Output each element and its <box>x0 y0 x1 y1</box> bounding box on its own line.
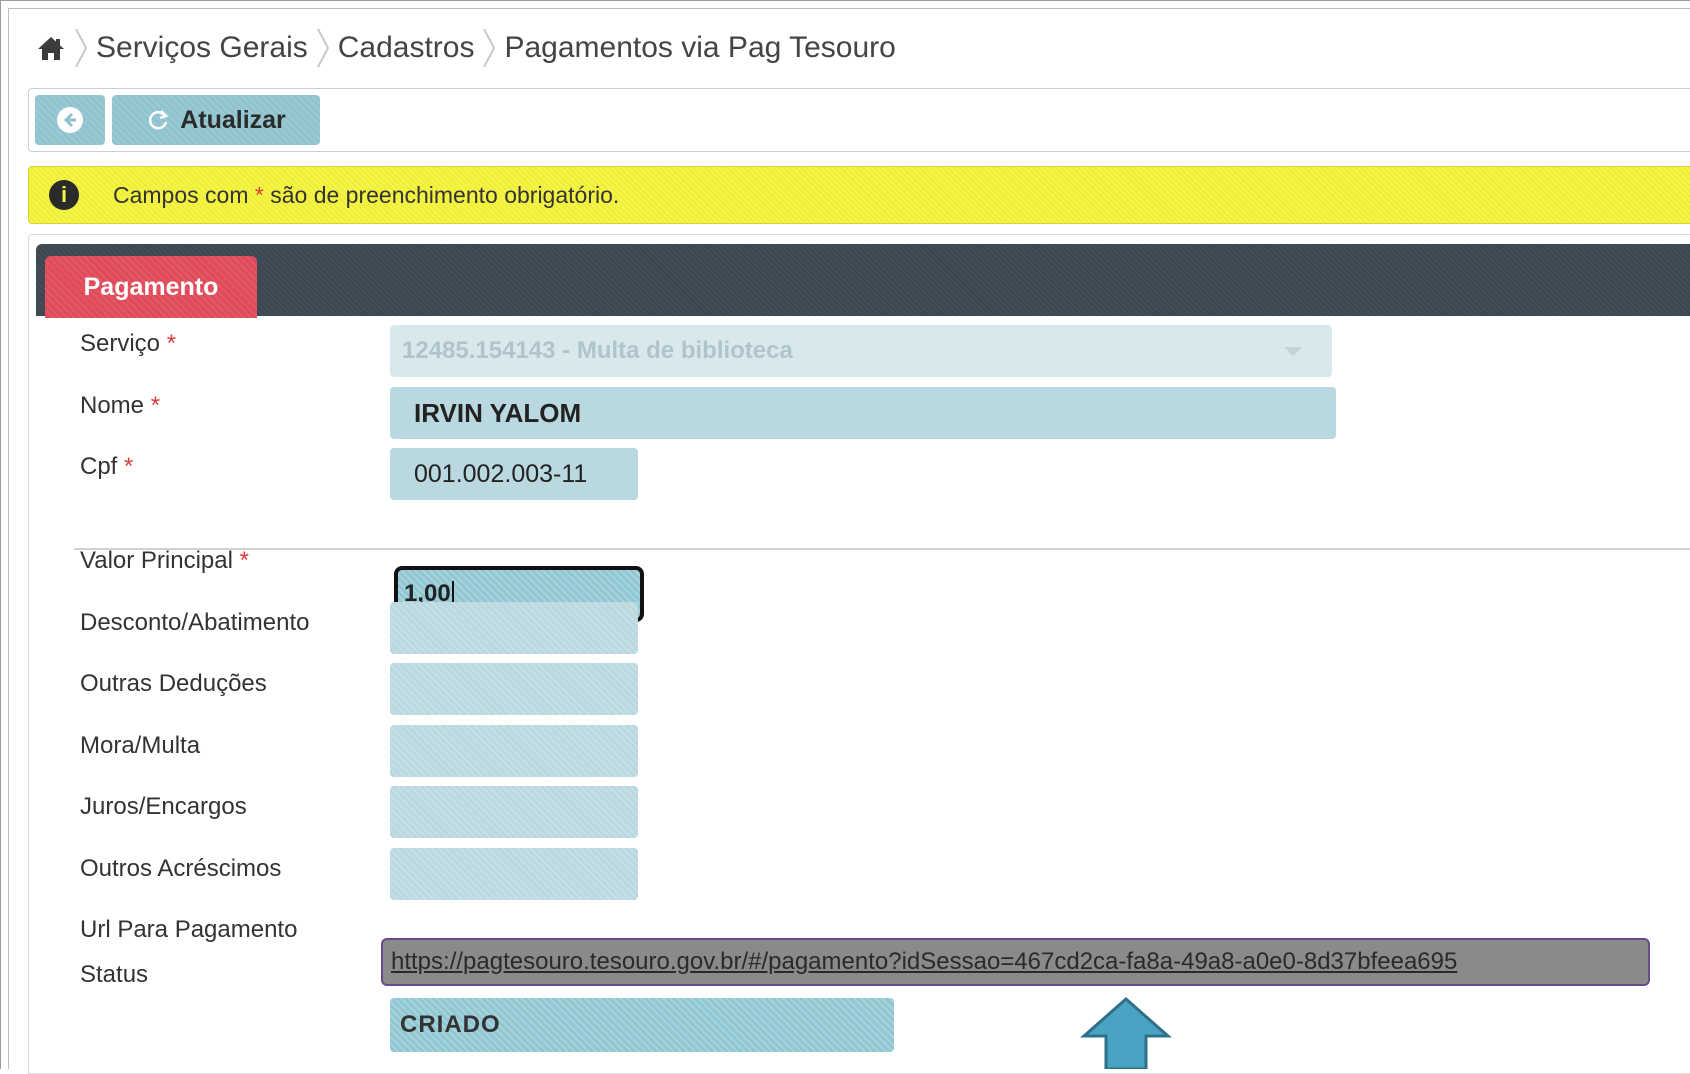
breadcrumb-current-page: Pagamentos via Pag Tesouro <box>504 31 896 64</box>
home-icon[interactable] <box>36 33 66 63</box>
status-label: Status <box>80 961 149 988</box>
required-fields-alert: i Campos com * são de preenchimento obri… <box>28 166 1690 224</box>
status-value: CRIADO <box>400 1011 501 1038</box>
breadcrumb-separator-icon <box>483 28 496 68</box>
breadcrumb: Serviços Gerais Cadastros Pagamentos via… <box>36 28 896 68</box>
refresh-icon <box>149 110 169 130</box>
nome-input-value: IRVIN YALOM <box>414 397 582 428</box>
section-divider <box>74 548 1690 550</box>
cpf-input-value: 001.002.003-11 <box>414 459 588 488</box>
juros-label: Juros/Encargos <box>80 793 247 820</box>
breadcrumb-separator-icon <box>316 28 329 68</box>
frame-line-left <box>8 8 9 1069</box>
url-pagamento-link[interactable]: https://pagtesouro.tesouro.gov.br/#/paga… <box>383 948 1457 976</box>
outras-deducoes-input[interactable] <box>390 663 638 715</box>
chevron-down-icon <box>1284 347 1302 356</box>
nome-input[interactable]: IRVIN YALOM <box>390 387 1336 439</box>
url-pagamento-label: Url Para Pagamento <box>80 916 298 943</box>
arrow-left-circle-icon <box>57 107 83 133</box>
arrow-up-icon <box>1080 997 1172 1069</box>
servico-label: Serviço * <box>80 330 177 357</box>
desconto-label: Desconto/Abatimento <box>80 609 310 636</box>
info-icon: i <box>49 180 79 210</box>
status-field: CRIADO <box>390 998 894 1052</box>
servico-select-value: 12485.154143 - Multa de biblioteca <box>402 337 793 364</box>
breadcrumb-cadastros[interactable]: Cadastros <box>338 31 475 65</box>
nome-label: Nome * <box>80 392 161 419</box>
refresh-button-label: Atualizar <box>180 105 286 134</box>
mora-multa-input[interactable] <box>390 725 638 777</box>
breadcrumb-servicos-gerais[interactable]: Serviços Gerais <box>96 31 308 65</box>
alert-text: Campos com * são de preenchimento obriga… <box>113 181 620 208</box>
tab-bar <box>36 244 1690 316</box>
cpf-input[interactable]: 001.002.003-11 <box>390 448 638 500</box>
url-pagamento-field: https://pagtesouro.tesouro.gov.br/#/paga… <box>381 938 1650 986</box>
desconto-input[interactable] <box>390 602 638 654</box>
outras-deducoes-label: Outras Deduções <box>80 670 267 697</box>
tab-pagamento[interactable]: Pagamento <box>45 256 257 318</box>
cpf-label: Cpf * <box>80 453 134 480</box>
toolbar: Atualizar <box>28 88 1690 152</box>
breadcrumb-separator-icon <box>75 28 88 68</box>
valor-principal-label: Valor Principal * <box>80 547 249 574</box>
juros-input[interactable] <box>390 786 638 838</box>
frame-line-top <box>8 8 1690 9</box>
mora-multa-label: Mora/Multa <box>80 732 201 759</box>
back-button[interactable] <box>35 95 105 145</box>
refresh-button[interactable]: Atualizar <box>112 95 320 145</box>
outros-acrescimos-input[interactable] <box>390 848 638 900</box>
servico-select[interactable]: 12485.154143 - Multa de biblioteca <box>390 325 1332 377</box>
outros-acrescimos-label: Outros Acréscimos <box>80 855 282 882</box>
